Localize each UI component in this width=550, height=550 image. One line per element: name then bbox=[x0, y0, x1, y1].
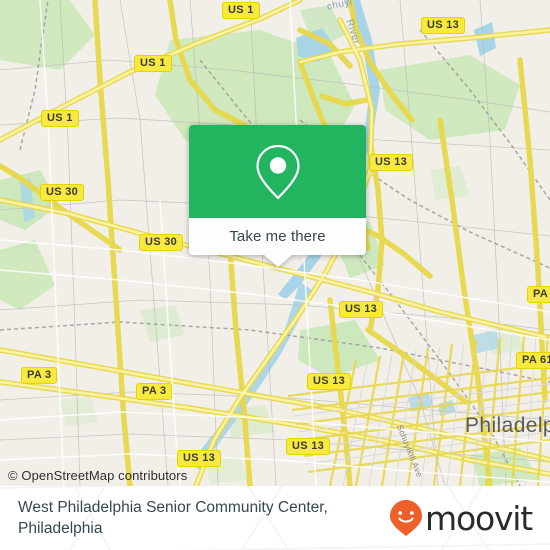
road-shield: US 13 bbox=[177, 450, 222, 467]
screenshot-root: US 1 US 1 US 1 US 13 US 13 US 30 US 30 US 13 PA … bbox=[0, 0, 550, 550]
map-text-label: Philadelphia bbox=[465, 414, 550, 437]
osm-attribution[interactable]: © OpenStreetMap contributors bbox=[8, 468, 187, 483]
road-shield: PA 3 bbox=[21, 367, 58, 384]
road-shield: US 13 bbox=[421, 17, 466, 34]
moovit-wordmark: moovit bbox=[425, 498, 533, 538]
footer-bar: West Philadelphia Senior Community Cente… bbox=[0, 486, 550, 550]
road-shield: PA 6 bbox=[527, 286, 550, 303]
popup-image-area bbox=[189, 125, 366, 218]
take-me-there-label: Take me there bbox=[229, 228, 326, 245]
moovit-logo[interactable]: moovit bbox=[389, 499, 536, 537]
road-shield: US 1 bbox=[222, 2, 260, 19]
road-shield: US 1 bbox=[41, 110, 79, 127]
road-shield: US 1 bbox=[134, 55, 172, 72]
place-title: West Philadelphia Senior Community Cente… bbox=[18, 499, 328, 537]
road-shield: US 13 bbox=[369, 154, 414, 171]
popup-cta-area[interactable]: Take me there bbox=[189, 218, 366, 267]
location-pin-icon bbox=[255, 144, 300, 200]
road-shield: US 13 bbox=[339, 301, 384, 318]
popup-tail bbox=[263, 255, 292, 267]
road-shield: PA 611 bbox=[516, 352, 550, 369]
map-popup-card[interactable]: Take me there bbox=[189, 125, 366, 267]
road-shield: US 30 bbox=[139, 234, 184, 251]
moovit-smiley-pin-icon bbox=[390, 500, 423, 536]
road-shield: PA 3 bbox=[136, 383, 173, 400]
road-shield: US 13 bbox=[307, 373, 352, 390]
road-shield: US 30 bbox=[40, 184, 85, 201]
road-shield: US 13 bbox=[286, 438, 331, 455]
